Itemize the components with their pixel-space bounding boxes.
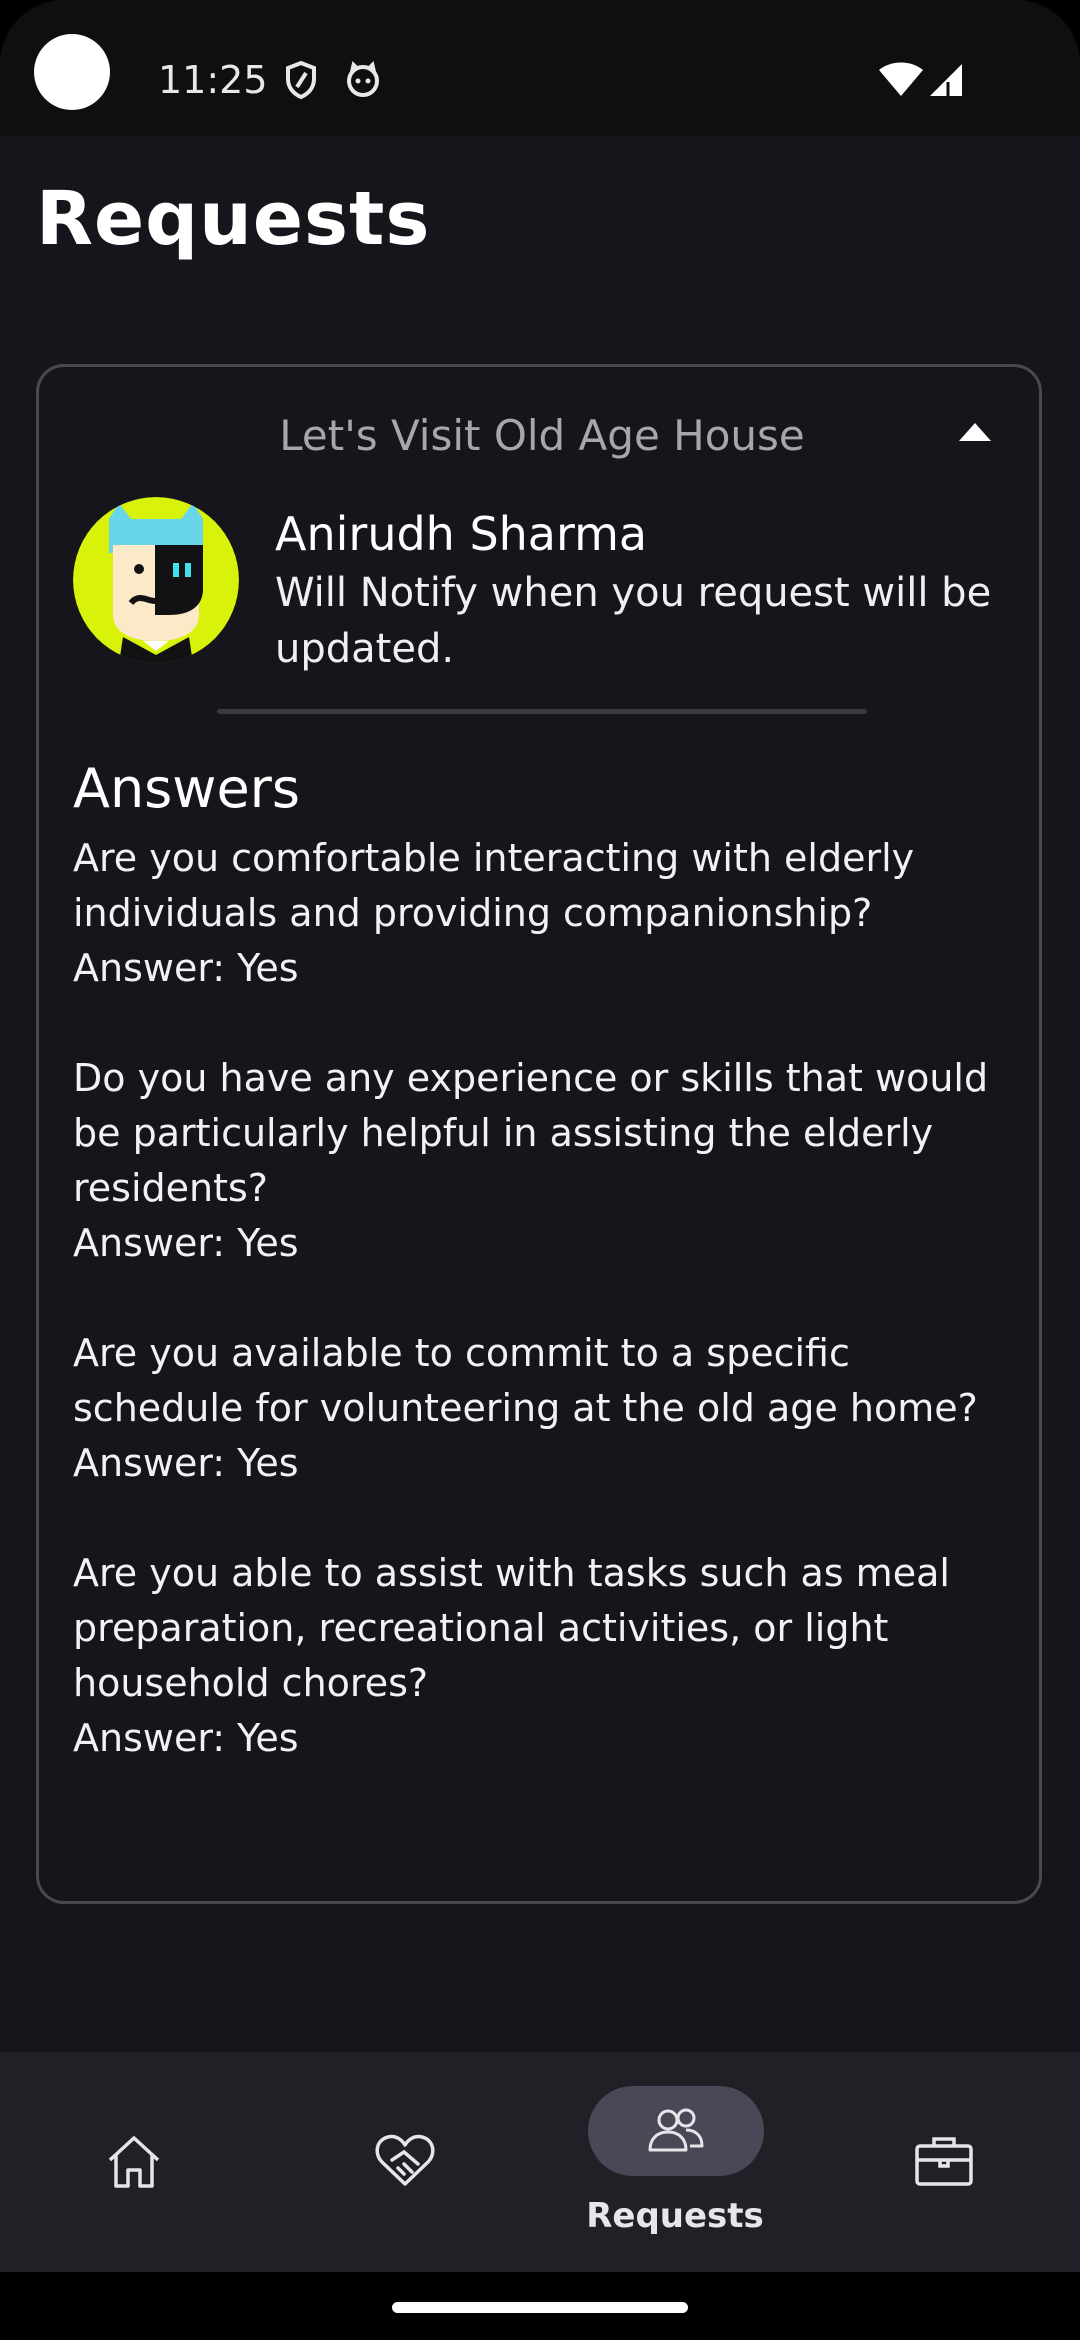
people-icon — [648, 2108, 704, 2152]
qa-answer: Answer: Yes — [73, 1221, 299, 1265]
briefcase-icon — [915, 2137, 973, 2186]
nav-item-requests[interactable] — [588, 2086, 764, 2176]
cat-icon — [347, 61, 379, 97]
divider — [217, 709, 867, 714]
shield-icon — [286, 60, 316, 100]
user-name: Anirudh Sharma — [275, 507, 648, 561]
nav-item-jobs[interactable] — [810, 2052, 1080, 2272]
qa-item: Are you able to assist with tasks such a… — [73, 1546, 1023, 1766]
wifi-icon — [879, 62, 923, 96]
request-title: Let's Visit Old Age House — [279, 411, 805, 460]
qa-answer: Answer: Yes — [73, 1716, 299, 1760]
page-title: Requests — [36, 176, 431, 262]
qa-item: Are you available to commit to a specifi… — [73, 1326, 1023, 1491]
qa-answer: Answer: Yes — [73, 946, 299, 990]
screen: 11:25 Requests Let's Visit Old Age House — [0, 0, 1080, 2340]
avatar — [73, 497, 239, 663]
qa-list: Are you comfortable interacting with eld… — [73, 831, 1023, 1821]
status-time: 11:25 — [158, 58, 268, 102]
qa-question: Are you able to assist with tasks such a… — [73, 1551, 950, 1705]
gesture-bar-area — [0, 2272, 1080, 2340]
answers-heading: Answers — [73, 757, 301, 820]
bottom-navigation: Requests — [0, 2052, 1080, 2272]
collapse-chevron-icon[interactable] — [959, 423, 991, 441]
camera-cutout — [34, 34, 110, 110]
nav-item-home[interactable] — [0, 2052, 270, 2272]
signal-icon — [930, 64, 962, 96]
qa-question: Do you have any experience or skills tha… — [73, 1056, 989, 1210]
qa-item: Are you comfortable interacting with eld… — [73, 831, 1023, 996]
qa-item: Do you have any experience or skills tha… — [73, 1051, 1023, 1271]
qa-answer: Answer: Yes — [73, 1441, 299, 1485]
nav-item-volunteer[interactable] — [270, 2052, 540, 2272]
request-card: Let's Visit Old Age House Anirudh Sharma… — [36, 364, 1042, 1904]
status-bar: 11:25 — [0, 0, 1080, 136]
heart-handshake-icon — [375, 2134, 435, 2186]
home-icon — [108, 2136, 160, 2188]
nav-label-requests[interactable]: Requests — [560, 2196, 790, 2236]
user-notify-message: Will Notify when you request will be upd… — [275, 570, 992, 672]
qa-question: Are you comfortable interacting with eld… — [73, 836, 915, 935]
home-indicator[interactable] — [392, 2302, 688, 2313]
qa-question: Are you available to commit to a specifi… — [73, 1331, 978, 1430]
